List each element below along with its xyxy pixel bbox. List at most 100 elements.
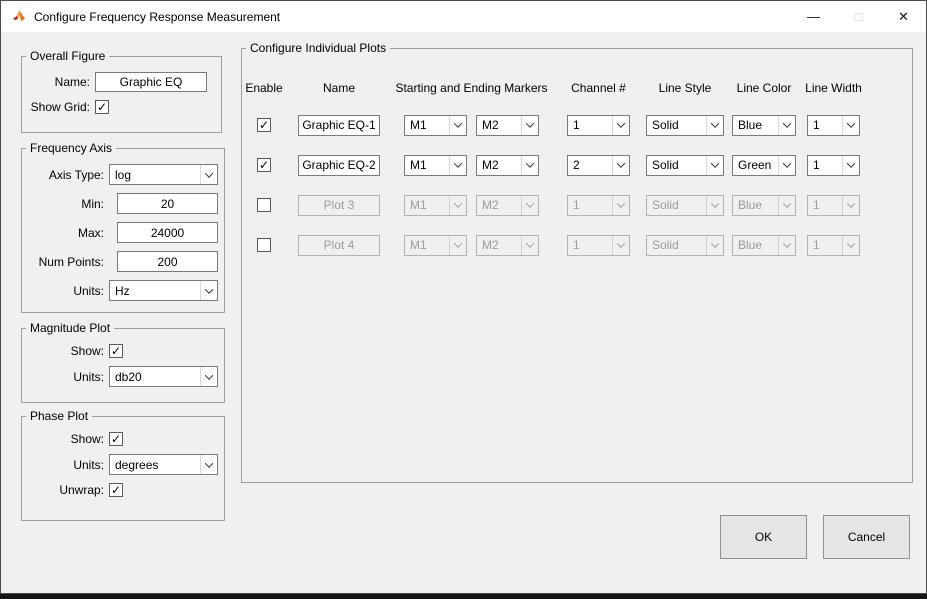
min-label: Min: (28, 197, 104, 211)
axis-type-row: Axis Type: log (28, 164, 218, 185)
show-grid-label: Show Grid: (28, 100, 90, 114)
max-row: Max: (28, 222, 218, 243)
chevron-down-icon (612, 116, 629, 135)
phase-units-label: Units: (28, 458, 104, 472)
chevron-down-icon (521, 196, 538, 215)
start-marker-value: M1 (405, 118, 449, 132)
chevron-down-icon (778, 196, 795, 215)
channel-value: 1 (568, 198, 612, 212)
phase-units-dropdown[interactable]: degrees (109, 454, 218, 475)
plot4-enable-checkbox[interactable] (257, 238, 271, 252)
end-marker-value: M2 (477, 238, 521, 252)
chevron-down-icon (778, 156, 795, 175)
phase-units-value: degrees (110, 458, 200, 472)
figure-name-field[interactable] (95, 72, 207, 92)
plots-header-row: Enable Name Starting and Ending Markers … (242, 81, 912, 96)
axis-type-label: Axis Type: (28, 168, 104, 182)
plot1-line-color-dropdown[interactable]: Blue (732, 115, 796, 136)
plot3-line-style-dropdown: Solid (646, 195, 724, 216)
end-marker-value: M2 (477, 118, 521, 132)
plot2-end-marker-dropdown[interactable]: M2 (476, 155, 539, 176)
plot2-line-style-dropdown[interactable]: Solid (646, 155, 724, 176)
ok-button[interactable]: OK (720, 515, 807, 559)
plot1-line-width-dropdown[interactable]: 1 (807, 115, 860, 136)
mag-show-row: Show: ✓ (28, 344, 218, 358)
plot-row-4: M1 M2 1 Solid Blue 1 (242, 234, 912, 256)
line-color-value: Blue (733, 198, 778, 212)
chevron-down-icon (612, 156, 629, 175)
line-style-value: Solid (647, 198, 706, 212)
plot2-channel-dropdown[interactable]: 2 (567, 155, 630, 176)
dialog-window: Configure Frequency Response Measurement… (0, 0, 927, 594)
chevron-down-icon (521, 156, 538, 175)
channel-value: 2 (568, 158, 612, 172)
plot2-enable-checkbox[interactable]: ✓ (257, 158, 271, 172)
plot-row-2: ✓ M1 M2 2 Solid Green 1 (242, 154, 912, 176)
plot1-start-marker-dropdown[interactable]: M1 (404, 115, 467, 136)
plot3-line-color-dropdown: Blue (732, 195, 796, 216)
chevron-down-icon (200, 165, 217, 184)
freq-units-dropdown[interactable]: Hz (109, 280, 218, 301)
axis-type-dropdown[interactable]: log (109, 164, 218, 185)
num-points-row: Num Points: (28, 251, 218, 272)
figure-name-row: Name: (28, 72, 215, 92)
chevron-down-icon (706, 196, 723, 215)
magnitude-plot-legend: Magnitude Plot (26, 321, 114, 335)
end-marker-value: M2 (477, 198, 521, 212)
phase-show-row: Show: ✓ (28, 432, 218, 446)
plot4-end-marker-dropdown: M2 (476, 235, 539, 256)
frequency-axis-legend: Frequency Axis (26, 141, 116, 155)
mag-show-checkbox[interactable]: ✓ (109, 344, 123, 358)
mag-units-dropdown[interactable]: db20 (109, 366, 218, 387)
mag-show-label: Show: (28, 344, 104, 358)
plot1-end-marker-dropdown[interactable]: M2 (476, 115, 539, 136)
plot3-enable-checkbox[interactable] (257, 198, 271, 212)
header-line-width: Line Width (805, 81, 862, 95)
line-width-value: 1 (808, 158, 842, 172)
header-name: Name (323, 81, 355, 95)
line-color-value: Green (733, 158, 778, 172)
chevron-down-icon (449, 116, 466, 135)
plot2-name-field[interactable] (298, 155, 380, 176)
plot1-line-style-dropdown[interactable]: Solid (646, 115, 724, 136)
unwrap-label: Unwrap: (28, 483, 104, 497)
phase-plot-legend: Phase Plot (26, 409, 92, 423)
line-color-value: Blue (733, 118, 778, 132)
phase-show-checkbox[interactable]: ✓ (109, 432, 123, 446)
plot2-start-marker-dropdown[interactable]: M1 (404, 155, 467, 176)
unwrap-checkbox[interactable]: ✓ (109, 483, 123, 497)
max-field[interactable] (117, 222, 218, 243)
minimize-icon[interactable]: — (791, 1, 836, 32)
plot4-start-marker-dropdown: M1 (404, 235, 467, 256)
chevron-down-icon (842, 116, 859, 135)
chevron-down-icon (842, 236, 859, 255)
chevron-down-icon (706, 156, 723, 175)
start-marker-value: M1 (405, 198, 449, 212)
plot2-line-width-dropdown[interactable]: 1 (807, 155, 860, 176)
window-controls: — □ ✕ (791, 1, 926, 32)
axis-type-value: log (110, 168, 200, 182)
chevron-down-icon (521, 236, 538, 255)
min-field[interactable] (117, 193, 218, 214)
line-style-value: Solid (647, 238, 706, 252)
plot1-channel-dropdown[interactable]: 1 (567, 115, 630, 136)
plot3-channel-dropdown: 1 (567, 195, 630, 216)
plot3-start-marker-dropdown: M1 (404, 195, 467, 216)
header-channel: Channel # (571, 81, 626, 95)
close-icon[interactable]: ✕ (881, 1, 926, 32)
title-bar: Configure Frequency Response Measurement… (1, 1, 926, 32)
plot3-name-field (298, 195, 380, 216)
chevron-down-icon (200, 455, 217, 474)
header-markers: Starting and Ending Markers (395, 81, 547, 95)
show-grid-checkbox[interactable]: ✓ (95, 100, 109, 114)
individual-plots-legend: Configure Individual Plots (246, 41, 390, 55)
num-points-field[interactable] (117, 251, 218, 272)
end-marker-value: M2 (477, 158, 521, 172)
channel-value: 1 (568, 118, 612, 132)
mag-units-row: Units: db20 (28, 366, 218, 387)
plot1-name-field[interactable] (298, 115, 380, 136)
frequency-axis-group: Frequency Axis Axis Type: log Min: Max: … (21, 141, 225, 313)
plot1-enable-checkbox[interactable]: ✓ (257, 118, 271, 132)
plot2-line-color-dropdown[interactable]: Green (732, 155, 796, 176)
cancel-button[interactable]: Cancel (823, 515, 910, 559)
